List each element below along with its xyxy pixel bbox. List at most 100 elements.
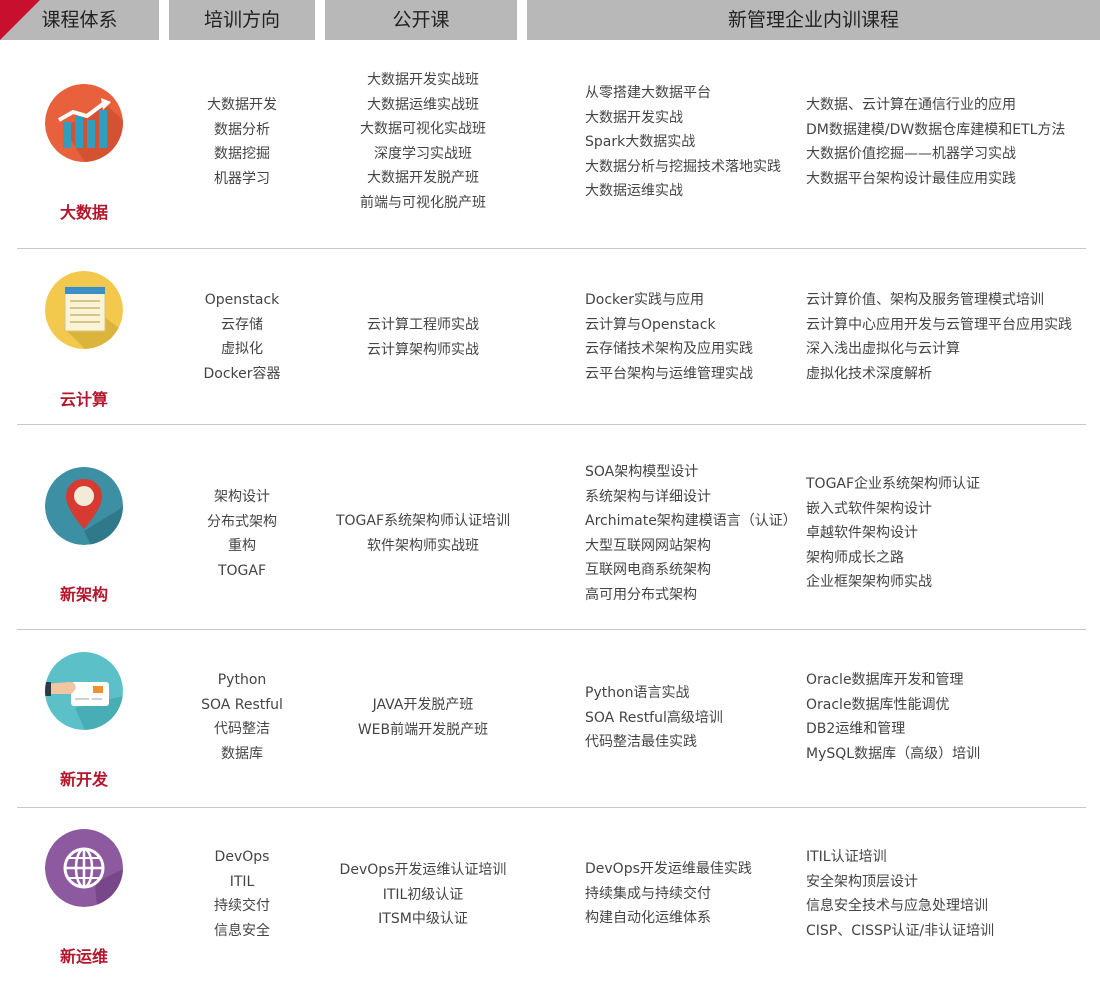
list-item: 构建自动化运维体系	[585, 910, 711, 927]
list-item: 云计算架构师实战	[367, 341, 479, 358]
list-item: ITIL初级认证	[382, 886, 464, 903]
list-item: 持续集成与持续交付	[585, 885, 711, 902]
directions-list: DevOps ITIL 持续交付 信息安全	[169, 845, 315, 943]
inhouse-course-list-a: Python语言实战 SOA Restful高级培训 代码整洁最佳实践	[585, 681, 723, 755]
inhouse-course-list-b: Oracle数据库开发和管理 Oracle数据库性能调优 DB2运维和管理 My…	[806, 668, 980, 766]
category-label: 新运维	[59, 947, 108, 966]
list-item: 从零搭建大数据平台	[585, 85, 711, 101]
list-item: Spark大数据实战	[585, 134, 696, 151]
category-label: 云计算	[59, 390, 108, 409]
list-item: Python	[217, 672, 267, 688]
list-item: 大型互联网网站架构	[585, 537, 711, 554]
list-item: 卓越软件架构设计	[806, 525, 918, 542]
list-item: 架构师成长之路	[806, 549, 904, 566]
header-inhouse-courses: 新管理企业内训课程	[527, 0, 1100, 40]
list-item: TOGAF企业系统架构师认证	[806, 476, 981, 492]
inhouse-course-list-a: 从零搭建大数据平台 大数据开发实战 Spark大数据实战 大数据分析与挖掘技术落…	[585, 81, 781, 204]
list-item: DM数据建模/DW数据仓库建模和ETL方法	[806, 121, 1066, 138]
list-item: Docker实践与应用	[585, 292, 705, 308]
list-item: 数据分析	[214, 121, 270, 138]
list-item: JAVA开发脱产班	[372, 697, 474, 713]
list-item: ITIL认证培训	[806, 849, 887, 865]
list-item: 嵌入式软件架构设计	[806, 500, 932, 517]
list-item: 分布式架构	[207, 513, 277, 530]
list-item: 大数据价值挖掘——机器学习实战	[806, 146, 1016, 163]
inhouse-course-list-a: SOA架构模型设计 系统架构与详细设计 Archimate架构建模语言（认证） …	[585, 460, 797, 608]
list-item: 安全架构顶层设计	[806, 873, 918, 890]
card-hand-icon	[45, 652, 123, 730]
list-item: 大数据运维实战班	[367, 96, 479, 113]
list-item: 持续交付	[214, 898, 270, 915]
inhouse-course-list-a: DevOps开发运维最佳实践 持续集成与持续交付 构建自动化运维体系	[585, 857, 752, 931]
category-label: 新架构	[59, 585, 108, 604]
directions-list: Python SOA Restful 代码整洁 数据库	[169, 668, 315, 766]
list-item: 数据库	[221, 745, 263, 762]
list-item: 大数据可视化实战班	[360, 121, 486, 138]
list-item: 前端与可视化脱产班	[360, 194, 486, 211]
inhouse-course-list-b: TOGAF企业系统架构师认证 嵌入式软件架构设计 卓越软件架构设计 架构师成长之…	[806, 472, 980, 595]
public-course-list: 大数据开发实战班 大数据运维实战班 大数据可视化实战班 深度学习实战班 大数据开…	[325, 68, 521, 216]
list-item: 代码整洁最佳实践	[585, 734, 697, 751]
list-item: SOA架构模型设计	[585, 464, 699, 480]
list-item: Oracle数据库开发和管理	[806, 672, 964, 688]
list-item: TOGAF	[217, 562, 267, 579]
list-item: Archimate架构建模语言（认证）	[585, 513, 797, 530]
list-item: 虚拟化技术深度解析	[806, 365, 932, 382]
list-item: Oracle数据库性能调优	[806, 696, 950, 713]
public-course-list: DevOps开发运维认证培训 ITIL初级认证 ITSM中级认证	[325, 858, 521, 932]
list-item: 大数据开发实战班	[367, 72, 479, 88]
list-item: 大数据开发实战	[585, 109, 683, 126]
course-row-architecture: 新架构 架构设计 分布式架构 重构 TOGAF TOGAF系统架构师认证培训 软…	[0, 425, 1100, 629]
list-item: SOA Restful高级培训	[585, 709, 723, 726]
list-item: 虚拟化	[221, 341, 263, 358]
list-item: 互联网电商系统架构	[585, 562, 711, 579]
list-item: 云存储技术架构及应用实践	[585, 341, 753, 358]
corner-accent	[0, 0, 40, 40]
course-row-cloud: 云计算 Openstack 云存储 虚拟化 Docker容器 云计算工程师实战 …	[0, 249, 1100, 424]
inhouse-course-list-b: 大数据、云计算在通信行业的应用 DM数据建模/DW数据仓库建模和ETL方法 大数…	[806, 93, 1065, 191]
list-item: 大数据开发脱产班	[367, 170, 479, 187]
list-item: 重构	[228, 538, 256, 555]
list-item: DevOps	[214, 849, 270, 865]
list-item: 云计算与Openstack	[585, 316, 716, 333]
list-item: 深入浅出虚拟化与云计算	[806, 341, 960, 358]
list-item: 高可用分布式架构	[585, 586, 697, 603]
list-item: SOA Restful	[201, 696, 283, 713]
inhouse-course-list-a: Docker实践与应用 云计算与Openstack 云存储技术架构及应用实践 云…	[585, 288, 753, 386]
list-item: 数据挖掘	[214, 146, 270, 163]
list-item: TOGAF系统架构师认证培训	[335, 513, 511, 529]
public-course-list: TOGAF系统架构师认证培训 软件架构师实战班	[325, 509, 521, 558]
directions-list: 大数据开发 数据分析 数据挖掘 机器学习	[169, 93, 315, 191]
list-item: 深度学习实战班	[374, 145, 472, 162]
list-item: 大数据、云计算在通信行业的应用	[806, 97, 1016, 113]
category-label: 大数据	[59, 203, 108, 222]
list-item: Docker容器	[203, 365, 281, 382]
list-item: 云计算中心应用开发与云管理平台应用实践	[806, 316, 1072, 333]
list-item: 大数据开发	[207, 97, 277, 113]
map-pin-icon	[45, 467, 123, 545]
chart-icon	[45, 84, 123, 162]
inhouse-course-list-b: 云计算价值、架构及服务管理模式培训 云计算中心应用开发与云管理平台应用实践 深入…	[806, 288, 1072, 386]
list-item: 代码整洁	[214, 721, 270, 738]
list-item: 信息安全技术与应急处理培训	[806, 898, 988, 915]
course-row-development: 新开发 Python SOA Restful 代码整洁 数据库 JAVA开发脱产…	[0, 630, 1100, 807]
list-item: 机器学习	[214, 170, 270, 187]
list-item: DB2运维和管理	[806, 721, 906, 738]
header-public-courses: 公开课	[325, 0, 517, 40]
list-item: CISP、CISSP认证/非认证培训	[806, 922, 995, 939]
list-item: 信息安全	[214, 922, 270, 939]
list-item: 企业框架架构师实战	[806, 574, 932, 591]
list-item: 云计算工程师实战	[367, 317, 479, 333]
list-item: DevOps开发运维最佳实践	[585, 861, 752, 877]
list-item: 云计算价值、架构及服务管理模式培训	[806, 292, 1044, 308]
list-item: 云平台架构与运维管理实战	[585, 365, 753, 382]
directions-list: Openstack 云存储 虚拟化 Docker容器	[169, 288, 315, 386]
list-item: WEB前端开发脱产班	[357, 721, 489, 738]
list-item: ITIL	[229, 873, 255, 890]
list-item: DevOps开发运维认证培训	[339, 862, 507, 878]
list-item: 大数据运维实战	[585, 183, 683, 200]
list-item: MySQL数据库（高级）培训	[806, 745, 981, 762]
course-row-operations: 新运维 DevOps ITIL 持续交付 信息安全 DevOps开发运维认证培训…	[0, 808, 1100, 992]
list-item: 软件架构师实战班	[367, 537, 479, 554]
list-item: ITSM中级认证	[378, 911, 468, 928]
